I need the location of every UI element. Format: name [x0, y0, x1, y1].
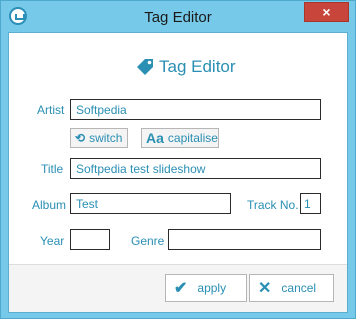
artist-label: Artist	[37, 103, 65, 117]
album-label: Album	[32, 198, 67, 212]
genre-field[interactable]	[168, 229, 321, 250]
apply-label: apply	[197, 281, 227, 295]
album-field[interactable]	[70, 193, 231, 214]
genre-label: Genre	[131, 234, 165, 248]
year-field[interactable]	[70, 229, 110, 250]
close-button[interactable]: ×	[304, 2, 349, 22]
capitalise-button[interactable]: Aa capitalise	[141, 128, 219, 148]
title-label: Title	[41, 162, 64, 176]
apply-button[interactable]: ✔ apply	[165, 274, 247, 302]
switch-label: switch	[89, 131, 123, 145]
track-field[interactable]	[300, 193, 321, 214]
switch-button[interactable]: ⟲ switch	[70, 128, 128, 148]
artist-field[interactable]	[70, 99, 321, 120]
tag-icon	[137, 59, 153, 75]
track-label: Track No.	[247, 198, 299, 212]
capitalise-label: capitalise	[167, 131, 218, 145]
title-field[interactable]	[70, 158, 321, 179]
tag-editor-window: Tag Editor × Tag Editor Artist ⟲ switch …	[0, 0, 356, 319]
switch-icon: ⟲	[75, 131, 86, 145]
year-label: Year	[40, 234, 65, 248]
dialog-header: Tag Editor	[9, 56, 349, 80]
window-title: Tag Editor	[144, 9, 212, 26]
cancel-label: cancel	[281, 281, 317, 295]
capitalise-icon: Aa	[146, 130, 164, 146]
dialog-title: Tag Editor	[159, 57, 236, 76]
check-icon: ✔	[174, 280, 188, 297]
cancel-icon: ✕	[258, 280, 272, 297]
dialog-footer: ✔ apply ✕ cancel	[9, 264, 347, 312]
title-bar[interactable]: Tag Editor ×	[1, 1, 355, 32]
cancel-button[interactable]: ✕ cancel	[249, 274, 334, 302]
dialog-content: Tag Editor Artist ⟲ switch Aa capitalise…	[8, 32, 348, 313]
